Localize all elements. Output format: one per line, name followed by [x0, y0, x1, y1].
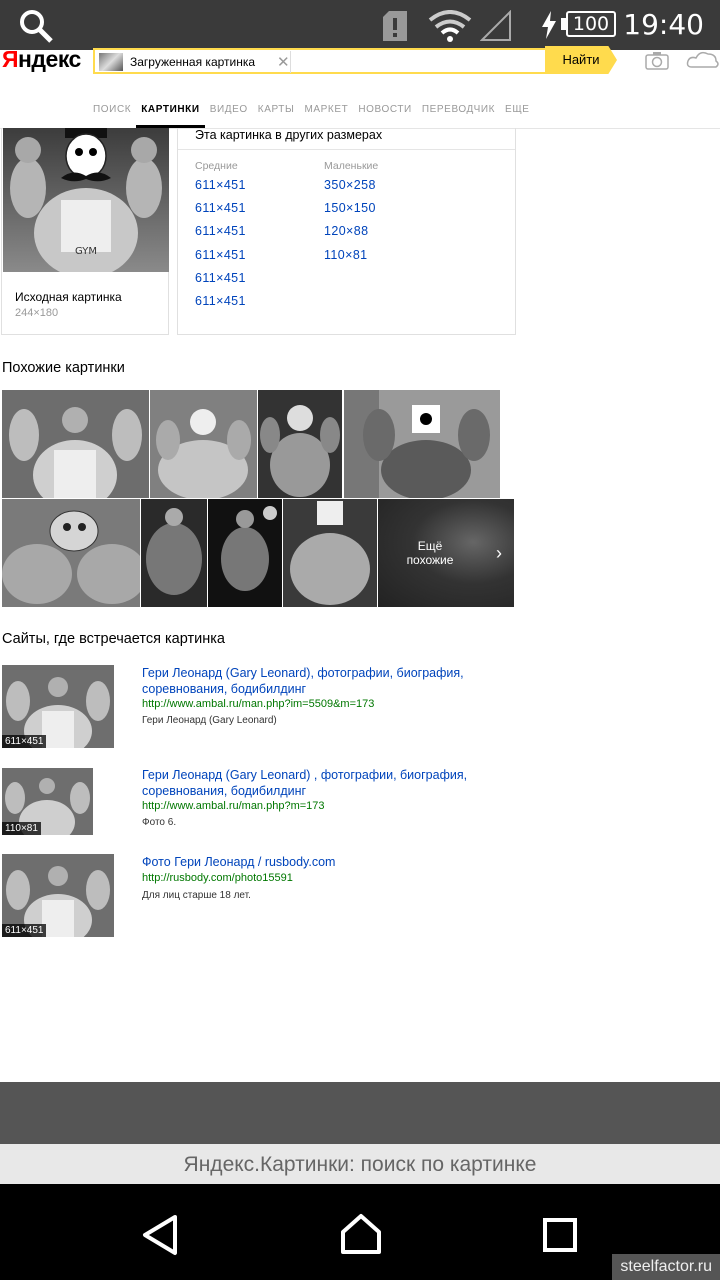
- similar-image[interactable]: [141, 499, 207, 607]
- camera-icon[interactable]: [645, 50, 669, 70]
- uploaded-image-label: Загруженная картинка: [130, 55, 256, 69]
- similar-image[interactable]: [2, 499, 140, 607]
- uploaded-image-chip[interactable]: Загруженная картинка ✕: [99, 51, 291, 73]
- sites-title: Сайты, где встречается картинка: [2, 631, 225, 647]
- tab-more[interactable]: ЕЩЕ: [500, 92, 535, 128]
- recent-apps-icon[interactable]: [542, 1217, 578, 1253]
- site-url[interactable]: http://rusbody.com/photo15591: [142, 872, 293, 884]
- size-link[interactable]: 120×88: [324, 224, 378, 247]
- size-link[interactable]: 611×451: [195, 294, 246, 317]
- search-input[interactable]: Загруженная картинка ✕: [93, 48, 545, 74]
- tab-images[interactable]: КАРТИНКИ: [136, 92, 205, 128]
- page-title-bar: Яндекс.Картинки: поиск по картинке: [0, 1144, 720, 1184]
- site-url[interactable]: http://www.ambal.ru/man.php?im=5509&m=17…: [142, 698, 374, 710]
- size-link[interactable]: 150×150: [324, 201, 378, 224]
- other-sizes-divider: [178, 149, 515, 150]
- similar-image[interactable]: [283, 499, 377, 607]
- tab-market[interactable]: МАРКЕТ: [299, 92, 353, 128]
- small-sizes-column: Маленькие 350×258 150×150 120×88 110×81: [324, 160, 378, 271]
- android-nav-bar: steelfactor.ru: [0, 1184, 720, 1280]
- home-icon[interactable]: [339, 1212, 383, 1256]
- other-sizes-card: Эта картинка в других размерах Средние 6…: [177, 128, 516, 335]
- chevron-right-icon: ›: [496, 543, 502, 563]
- site-description: Фото 6.: [142, 817, 177, 828]
- status-bar: 100 19:40: [0, 0, 720, 50]
- service-tabs: ПОИСК КАРТИНКИ ВИДЕО КАРТЫ МАРКЕТ НОВОСТ…: [88, 92, 535, 128]
- battery-indicator: 100: [566, 11, 616, 37]
- site-thumbnail[interactable]: 110×81: [2, 768, 93, 835]
- medium-sizes-column: Средние 611×451 611×451 611×451 611×451 …: [195, 160, 246, 317]
- size-link[interactable]: 611×451: [195, 248, 246, 271]
- close-icon[interactable]: ✕: [277, 53, 290, 71]
- similar-image[interactable]: [344, 390, 500, 498]
- logo-text: Яндекс: [2, 46, 81, 72]
- site-description: Для лиц старше 18 лет.: [142, 890, 251, 901]
- size-link[interactable]: 611×451: [195, 178, 246, 201]
- size-badge: 611×451: [2, 735, 47, 748]
- similar-image[interactable]: [2, 390, 149, 498]
- medium-sizes-label: Средние: [195, 160, 238, 172]
- weather-cloud-icon[interactable]: [686, 50, 720, 70]
- clock: 19:40: [623, 8, 704, 41]
- original-image-caption: Исходная картинка: [15, 290, 122, 304]
- small-sizes-label: Маленькие: [324, 160, 379, 172]
- tab-search[interactable]: ПОИСК: [88, 92, 136, 128]
- svg-text:GYM: GYM: [75, 246, 97, 257]
- charging-icon: [542, 11, 556, 39]
- site-link-title[interactable]: Гери Леонард (Gary Leonard), фотографии,…: [142, 665, 502, 697]
- more-similar-label: Ещё похожие: [406, 539, 454, 567]
- similar-images-title: Похожие картинки: [2, 360, 125, 376]
- size-link[interactable]: 350×258: [324, 178, 378, 201]
- size-badge: 611×451: [2, 924, 47, 937]
- watermark: steelfactor.ru: [612, 1254, 720, 1280]
- browser-gray-band: [0, 1082, 720, 1144]
- more-similar-button[interactable]: Ещё похожие ›: [378, 499, 514, 607]
- search-icon[interactable]: [18, 8, 54, 44]
- notification-icon: [383, 11, 407, 41]
- site-thumbnail[interactable]: 611×451: [2, 665, 114, 748]
- tab-maps[interactable]: КАРТЫ: [253, 92, 300, 128]
- find-button[interactable]: Найти: [545, 46, 617, 74]
- site-thumbnail[interactable]: 611×451: [2, 854, 114, 937]
- tab-video[interactable]: ВИДЕО: [205, 92, 253, 128]
- site-link-title[interactable]: Гери Леонард (Gary Leonard) , фотографии…: [142, 767, 502, 799]
- similar-image[interactable]: [150, 390, 257, 498]
- size-link[interactable]: 611×451: [195, 201, 246, 224]
- site-url[interactable]: http://www.ambal.ru/man.php?m=173: [142, 800, 325, 812]
- tab-translate[interactable]: ПЕРЕВОДЧИК: [417, 92, 500, 128]
- uploaded-image-thumbnail: [99, 53, 123, 71]
- size-link[interactable]: 611×451: [195, 271, 246, 294]
- site-description: Гери Леонард (Gary Leonard): [142, 715, 277, 726]
- similar-image[interactable]: [208, 499, 282, 607]
- original-image-card[interactable]: GYM Исходная картинка 244×180: [1, 128, 169, 335]
- wifi-icon: [428, 10, 472, 42]
- yandex-logo[interactable]: Яндекс: [2, 46, 81, 73]
- site-link-title[interactable]: Фото Гери Леонард / rusbody.com: [142, 854, 502, 870]
- similar-image[interactable]: [258, 390, 342, 498]
- signal-icon: [480, 10, 511, 41]
- original-image-size: 244×180: [15, 307, 59, 319]
- original-image[interactable]: GYM: [3, 128, 169, 272]
- size-link[interactable]: 611×451: [195, 224, 246, 247]
- back-icon[interactable]: [140, 1214, 180, 1256]
- size-link[interactable]: 110×81: [324, 248, 378, 271]
- size-badge: 110×81: [2, 822, 41, 835]
- tab-news[interactable]: НОВОСТИ: [353, 92, 417, 128]
- other-sizes-title: Эта картинка в других размерах: [195, 128, 383, 142]
